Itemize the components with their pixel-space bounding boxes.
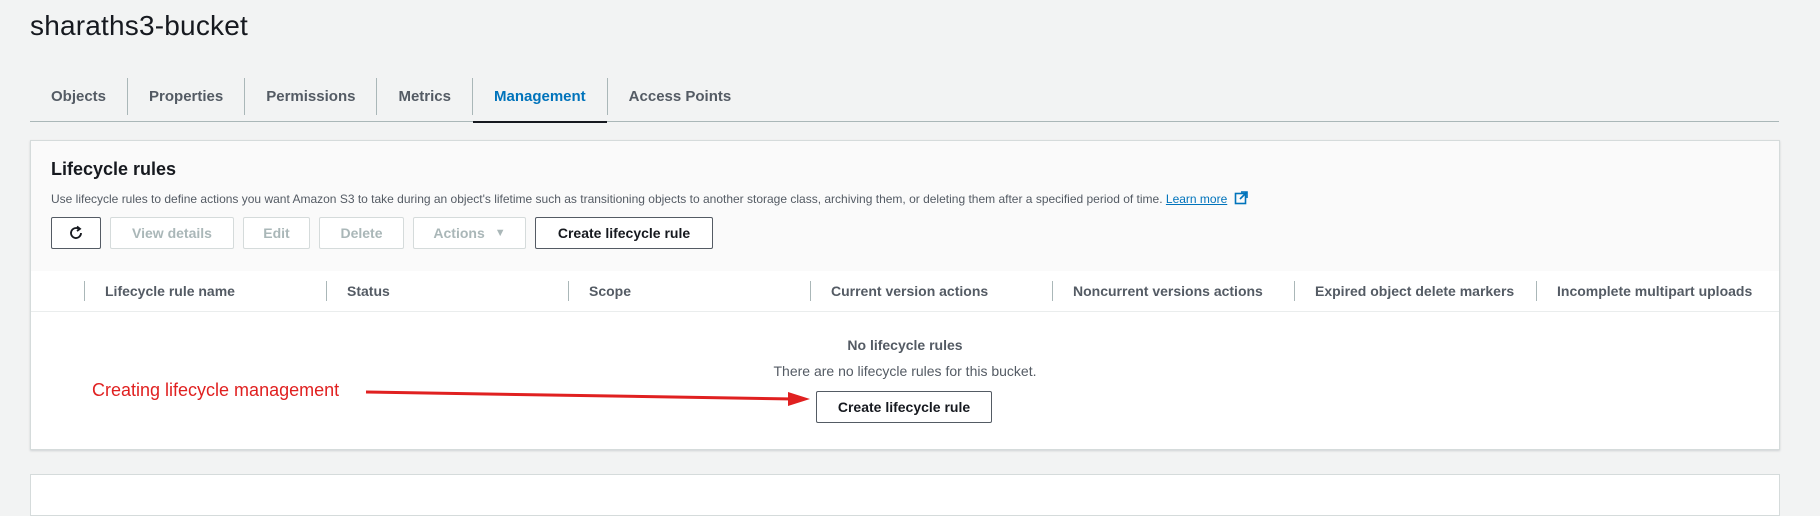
table-header: Lifecycle rule name Status Scope Current… [31, 271, 1779, 312]
column-divider[interactable] [1294, 281, 1295, 301]
caret-down-icon: ▼ [494, 227, 506, 239]
tab-bar: Objects Properties Permissions Metrics M… [30, 76, 1779, 123]
empty-state-title: No lifecycle rules [847, 337, 963, 353]
lifecycle-rules-panel: Lifecycle rules Use lifecycle rules to d… [30, 140, 1780, 450]
tab-management[interactable]: Management [471, 78, 607, 123]
tab-metrics[interactable]: Metrics [376, 78, 472, 115]
column-divider[interactable] [326, 281, 327, 301]
column-divider[interactable] [810, 281, 811, 301]
tab-access-points[interactable]: Access Points [606, 78, 753, 115]
column-scope[interactable]: Scope [589, 271, 631, 311]
edit-button[interactable]: Edit [243, 217, 310, 249]
refresh-icon [70, 225, 82, 239]
panel-description: Use lifecycle rules to define actions yo… [51, 191, 1248, 206]
view-details-button[interactable]: View details [110, 217, 234, 249]
bucket-title: sharaths3-bucket [30, 10, 248, 41]
column-divider [84, 281, 85, 301]
empty-state-message: There are no lifecycle rules for this bu… [773, 363, 1037, 379]
create-lifecycle-rule-button[interactable]: Create lifecycle rule [535, 217, 713, 249]
column-divider[interactable] [568, 281, 569, 301]
next-panel [30, 474, 1780, 516]
tab-objects[interactable]: Objects [30, 78, 127, 115]
panel-header [31, 141, 1779, 272]
column-noncurrent-versions-actions[interactable]: Noncurrent versions actions [1073, 271, 1263, 311]
external-link-icon[interactable] [1234, 191, 1248, 205]
column-divider[interactable] [1052, 281, 1053, 301]
learn-more-link[interactable]: Learn more [1166, 192, 1227, 206]
actions-label: Actions [433, 225, 485, 241]
annotation-arrow-icon [365, 390, 810, 406]
refresh-button[interactable] [51, 217, 101, 249]
annotation-text: Creating lifecycle management [92, 380, 340, 400]
column-divider[interactable] [1536, 281, 1537, 301]
tab-permissions[interactable]: Permissions [244, 78, 376, 115]
column-rule-name[interactable]: Lifecycle rule name [105, 271, 235, 311]
delete-button[interactable]: Delete [319, 217, 404, 249]
panel-title: Lifecycle rules [51, 159, 177, 179]
lifecycle-toolbar: View details Edit Delete Actions ▼ Creat… [51, 217, 713, 249]
column-expired-delete-markers[interactable]: Expired object delete markers [1315, 271, 1514, 311]
column-incomplete-multipart-uploads[interactable]: Incomplete multipart uploads [1557, 271, 1752, 311]
description-text: Use lifecycle rules to define actions yo… [51, 192, 1163, 206]
empty-create-lifecycle-rule-button[interactable]: Create lifecycle rule [816, 391, 992, 423]
column-status[interactable]: Status [347, 271, 390, 311]
column-current-version-actions[interactable]: Current version actions [831, 271, 988, 311]
actions-dropdown[interactable]: Actions ▼ [413, 217, 526, 249]
tab-properties[interactable]: Properties [127, 78, 244, 115]
